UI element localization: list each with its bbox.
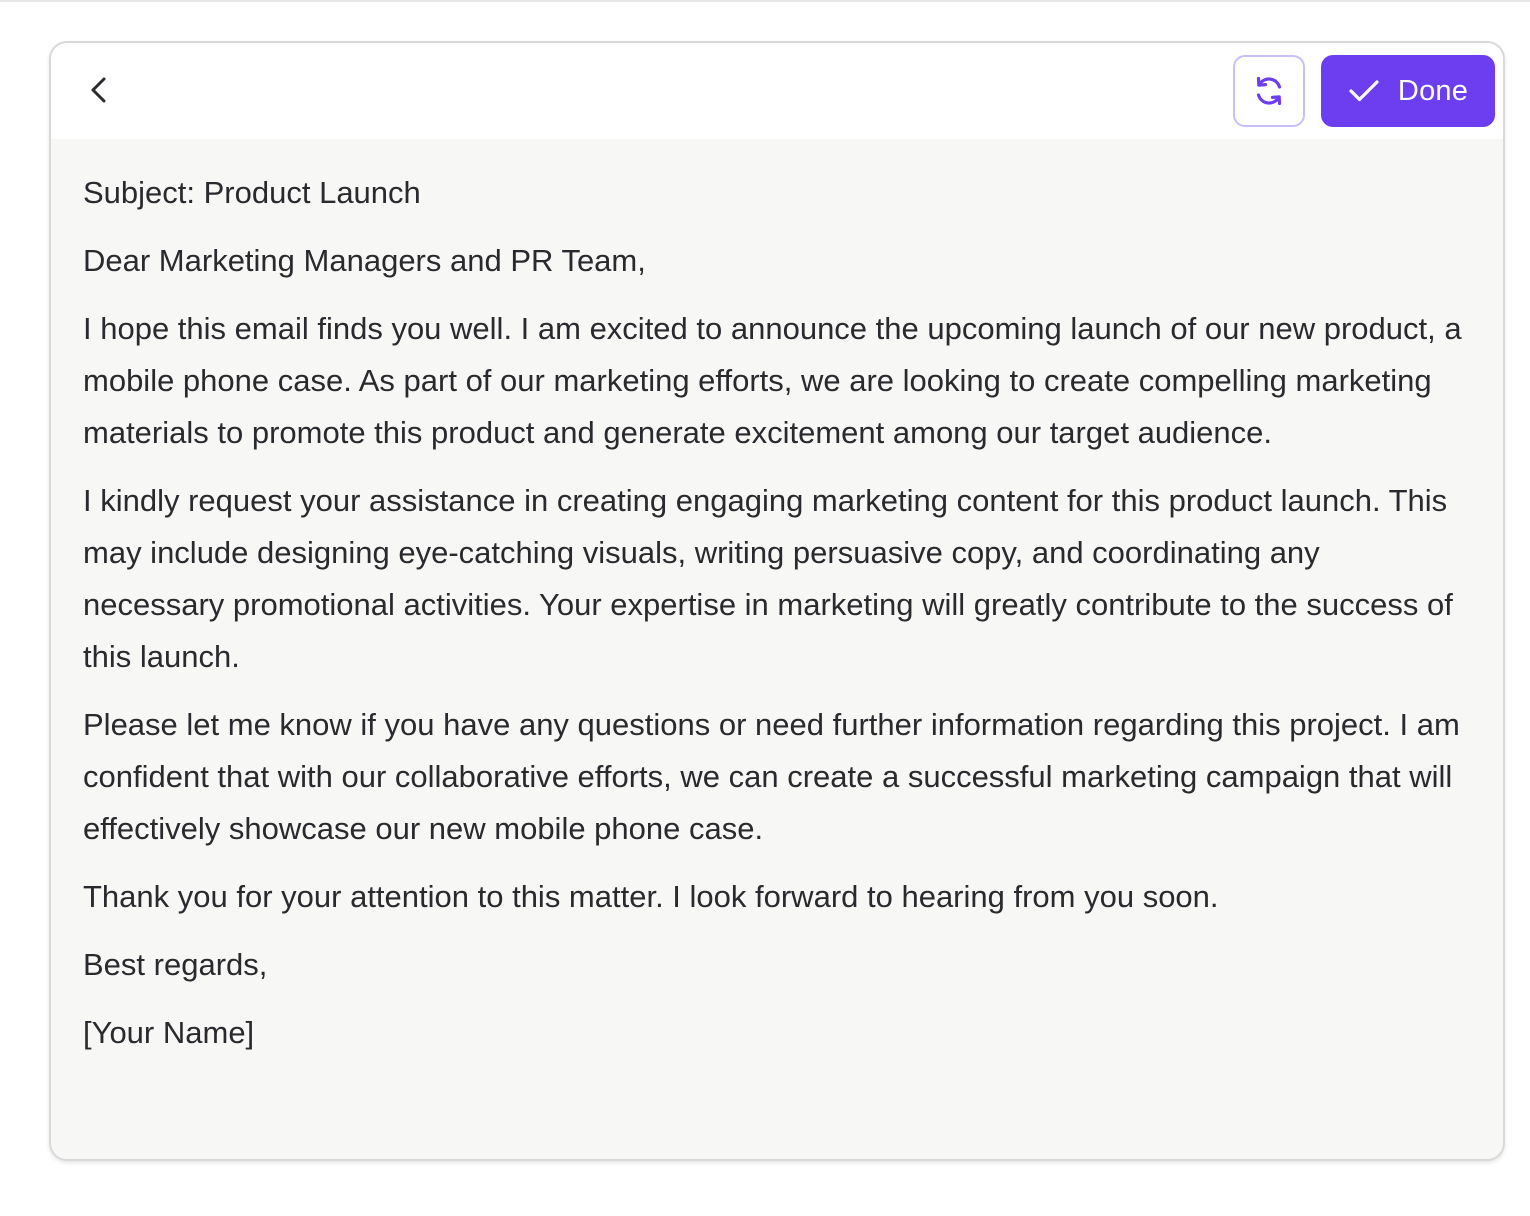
done-button[interactable]: Done <box>1321 55 1495 127</box>
regenerate-button[interactable] <box>1233 55 1305 127</box>
email-greeting: Dear Marketing Managers and PR Team, <box>83 243 646 278</box>
email-paragraph: I hope this email finds you well. I am e… <box>83 311 1462 450</box>
back-button[interactable] <box>77 65 121 115</box>
refresh-icon <box>1256 76 1282 106</box>
check-icon <box>1349 80 1379 102</box>
email-preview-card: Done Subject: Product Launch Dear Market… <box>49 41 1505 1161</box>
email-subject: Subject: Product Launch <box>83 175 421 210</box>
done-button-label: Done <box>1397 74 1469 107</box>
email-paragraph: I kindly request your assistance in crea… <box>83 483 1453 674</box>
email-paragraph: Thank you for your attention to this mat… <box>83 879 1219 914</box>
email-paragraph: Please let me know if you have any quest… <box>83 707 1460 846</box>
email-closing: Best regards, <box>83 947 268 982</box>
top-divider <box>0 0 1530 2</box>
email-body: Subject: Product Launch Dear Marketing M… <box>83 167 1463 1075</box>
email-signature: [Your Name] <box>83 1015 255 1050</box>
chevron-left-icon <box>91 77 106 103</box>
card-toolbar: Done <box>51 43 1503 139</box>
